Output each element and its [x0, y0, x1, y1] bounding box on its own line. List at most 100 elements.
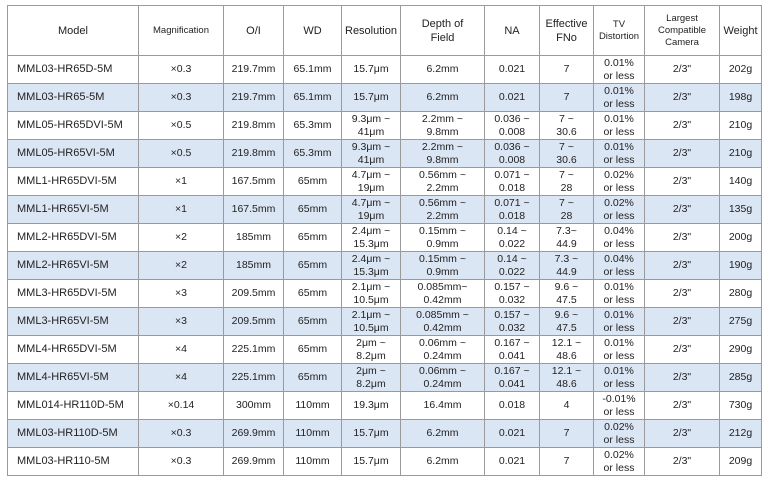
cell-na: 0.021: [484, 419, 540, 448]
cell-depth-of-field: 2.2mm ~ 9.8mm: [400, 111, 485, 140]
cell-model: MML014-HR110D-5M: [7, 391, 139, 420]
cell-weight: 212g: [719, 419, 762, 448]
cell-tv-distortion: 0.01% or less: [593, 279, 645, 308]
cell-na: 0.036 ~ 0.008: [484, 111, 540, 140]
cell-magnification: ×0.3: [138, 447, 224, 476]
header-magnification: Magnification: [138, 5, 224, 56]
cell-magnification: ×0.14: [138, 391, 224, 420]
cell-camera: 2/3": [644, 167, 720, 196]
cell-magnification: ×2: [138, 251, 224, 280]
cell-wd: 110mm: [283, 391, 342, 420]
cell-depth-of-field: 0.15mm ~ 0.9mm: [400, 251, 485, 280]
cell-resolution: 15.7μm: [341, 419, 401, 448]
table-row: MML4-HR65DVI-5M ×4 225.1mm 65mm 2μm ~ 8.2μm 0…: [7, 335, 762, 364]
cell-magnification: ×3: [138, 279, 224, 308]
header-tv-distortion: TV Distortion: [593, 5, 645, 56]
cell-resolution: 2.1μm ~ 10.5μm: [341, 279, 401, 308]
cell-weight: 135g: [719, 195, 762, 224]
cell-oi: 225.1mm: [223, 363, 284, 392]
cell-tv-distortion: 0.01% or less: [593, 139, 645, 168]
cell-oi: 209.5mm: [223, 279, 284, 308]
cell-tv-distortion: 0.01% or less: [593, 55, 645, 84]
cell-camera: 2/3": [644, 307, 720, 336]
cell-oi: 219.8mm: [223, 139, 284, 168]
cell-effective-fno: 7: [539, 83, 594, 112]
cell-effective-fno: 7.3 ~ 44.9: [539, 251, 594, 280]
cell-model: MML2-HR65DVI-5M: [7, 223, 139, 252]
cell-wd: 65mm: [283, 223, 342, 252]
cell-wd: 65.1mm: [283, 83, 342, 112]
cell-resolution: 2μm ~ 8.2μm: [341, 335, 401, 364]
cell-effective-fno: 7 ~ 30.6: [539, 139, 594, 168]
cell-camera: 2/3": [644, 111, 720, 140]
table-row: MML03-HR110-5M ×0.3 269.9mm 110mm 15.7μm 6.2m…: [7, 447, 762, 476]
cell-depth-of-field: 0.56mm ~ 2.2mm: [400, 195, 485, 224]
header-depth-of-field: Depth of Field: [400, 5, 485, 56]
cell-magnification: ×1: [138, 167, 224, 196]
cell-model: MML2-HR65VI-5M: [7, 251, 139, 280]
cell-effective-fno: 7: [539, 419, 594, 448]
cell-depth-of-field: 0.06mm ~ 0.24mm: [400, 335, 485, 364]
cell-magnification: ×2: [138, 223, 224, 252]
cell-camera: 2/3": [644, 335, 720, 364]
cell-camera: 2/3": [644, 251, 720, 280]
cell-na: 0.018: [484, 391, 540, 420]
table-row: MML3-HR65VI-5M ×3 209.5mm 65mm 2.1μm ~ 10.5μ…: [7, 307, 762, 336]
cell-wd: 65.3mm: [283, 139, 342, 168]
header-wd: WD: [283, 5, 342, 56]
header-weight: Weight: [719, 5, 762, 56]
cell-magnification: ×0.5: [138, 139, 224, 168]
cell-tv-distortion: 0.04% or less: [593, 251, 645, 280]
cell-oi: 300mm: [223, 391, 284, 420]
table-row: MML03-HR65-5M ×0.3 219.7mm 65.1mm 15.7μm 6.2m…: [7, 83, 762, 112]
cell-wd: 110mm: [283, 447, 342, 476]
cell-oi: 225.1mm: [223, 335, 284, 364]
cell-effective-fno: 7: [539, 55, 594, 84]
header-row: Model Magnification O/I WD Resolution De…: [7, 5, 762, 56]
cell-camera: 2/3": [644, 419, 720, 448]
cell-model: MML05-HR65VI-5M: [7, 139, 139, 168]
cell-weight: 210g: [719, 139, 762, 168]
table-row: MML2-HR65DVI-5M ×2 185mm 65mm 2.4μm ~ 15.3μm…: [7, 223, 762, 252]
cell-tv-distortion: 0.01% or less: [593, 307, 645, 336]
cell-model: MML05-HR65DVI-5M: [7, 111, 139, 140]
cell-na: 0.14 ~ 0.022: [484, 251, 540, 280]
cell-resolution: 15.7μm: [341, 83, 401, 112]
table-row: MML05-HR65VI-5M ×0.5 219.8mm 65.3mm 9.3μm ~ …: [7, 139, 762, 168]
table-row: MML2-HR65VI-5M ×2 185mm 65mm 2.4μm ~ 15.3μm 0…: [7, 251, 762, 280]
cell-wd: 65mm: [283, 335, 342, 364]
cell-wd: 65mm: [283, 251, 342, 280]
cell-weight: 275g: [719, 307, 762, 336]
cell-weight: 190g: [719, 251, 762, 280]
cell-tv-distortion: 0.01% or less: [593, 111, 645, 140]
cell-effective-fno: 9.6 ~ 47.5: [539, 279, 594, 308]
cell-depth-of-field: 6.2mm: [400, 55, 485, 84]
cell-wd: 65mm: [283, 307, 342, 336]
cell-weight: 200g: [719, 223, 762, 252]
cell-weight: 280g: [719, 279, 762, 308]
cell-effective-fno: 12.1 ~ 48.6: [539, 363, 594, 392]
cell-camera: 2/3": [644, 83, 720, 112]
cell-resolution: 9.3μm ~ 41μm: [341, 139, 401, 168]
cell-resolution: 9.3μm ~ 41μm: [341, 111, 401, 140]
cell-oi: 219.8mm: [223, 111, 284, 140]
cell-model: MML03-HR65-5M: [7, 83, 139, 112]
cell-tv-distortion: 0.02% or less: [593, 447, 645, 476]
cell-weight: 285g: [719, 363, 762, 392]
cell-resolution: 2.4μm ~ 15.3μm: [341, 223, 401, 252]
cell-oi: 167.5mm: [223, 167, 284, 196]
cell-magnification: ×3: [138, 307, 224, 336]
cell-wd: 65mm: [283, 195, 342, 224]
cell-effective-fno: 9.6 ~ 47.5: [539, 307, 594, 336]
cell-wd: 110mm: [283, 419, 342, 448]
cell-na: 0.14 ~ 0.022: [484, 223, 540, 252]
cell-na: 0.071 ~ 0.018: [484, 195, 540, 224]
cell-effective-fno: 12.1 ~ 48.6: [539, 335, 594, 364]
cell-model: MML3-HR65VI-5M: [7, 307, 139, 336]
cell-camera: 2/3": [644, 279, 720, 308]
cell-effective-fno: 7 ~ 28: [539, 195, 594, 224]
cell-depth-of-field: 6.2mm: [400, 447, 485, 476]
cell-model: MML1-HR65DVI-5M: [7, 167, 139, 196]
cell-depth-of-field: 16.4mm: [400, 391, 485, 420]
cell-camera: 2/3": [644, 195, 720, 224]
